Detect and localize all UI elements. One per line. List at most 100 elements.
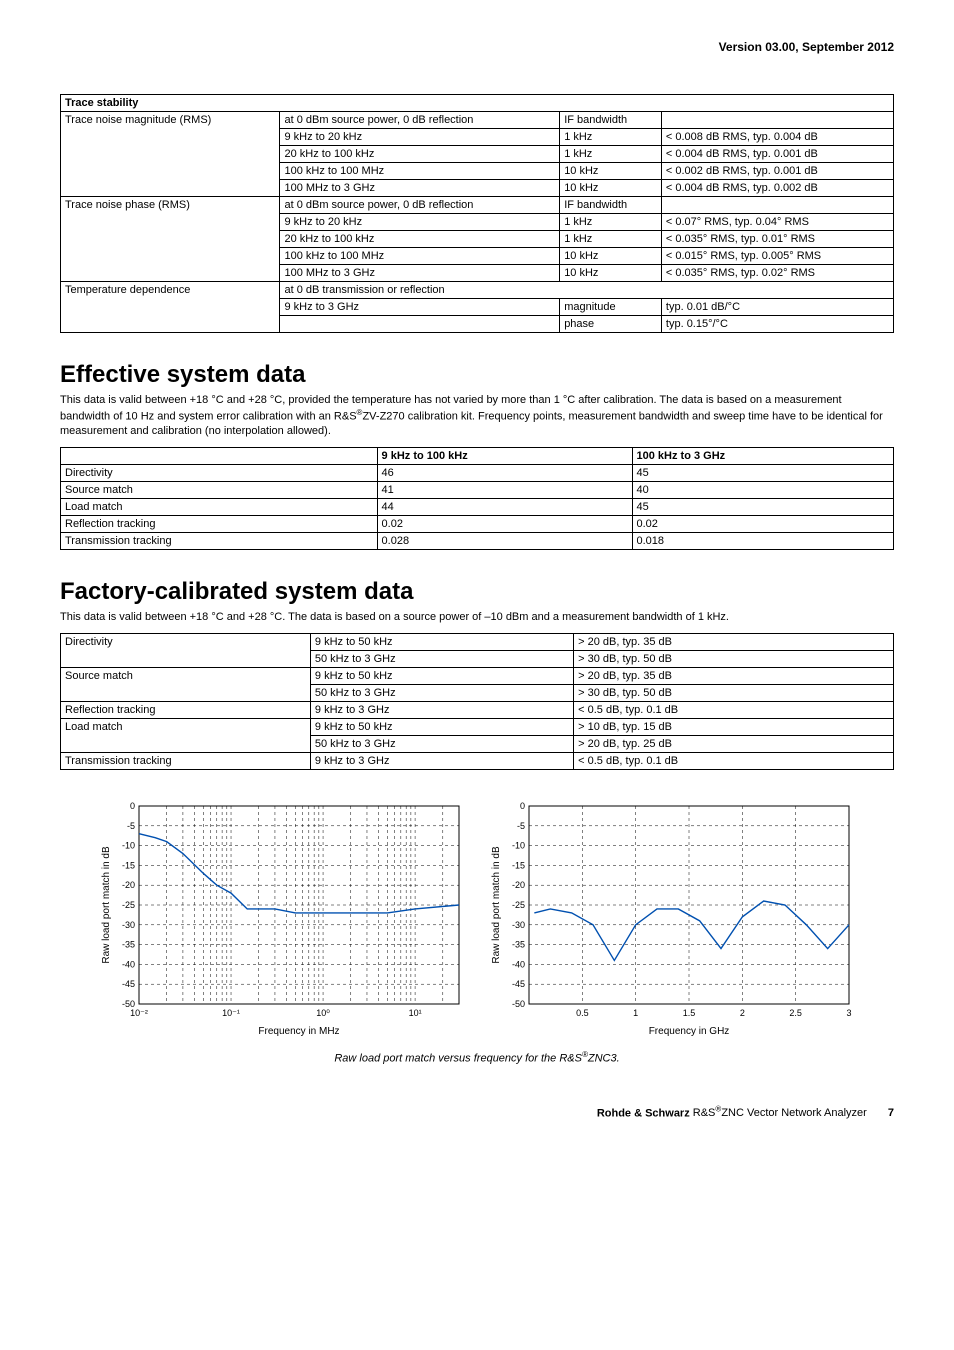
svg-text:-35: -35 (512, 940, 525, 950)
row-label: Source match (61, 668, 311, 702)
row-c4: typ. 0.15°/°C (661, 316, 893, 333)
row-c4 (661, 197, 893, 214)
svg-text:-15: -15 (122, 860, 135, 870)
page-number: 7 (888, 1107, 894, 1119)
cell: 40 (632, 482, 894, 499)
row-cond: at 0 dBm source power, 0 dB reflection (280, 112, 560, 129)
row-c4: < 0.002 dB RMS, typ. 0.001 dB (661, 163, 893, 180)
effective-table: 9 kHz to 100 kHz 100 kHz to 3 GHz Direct… (60, 447, 894, 550)
cell: Reflection tracking (61, 516, 378, 533)
charts-row: 0 -5 -10 -15 -20 -25 -30 -35 -40 -45 -50 10⁻² 10⁻¹ 10… (60, 798, 894, 1038)
svg-text:2.5: 2.5 (789, 1008, 802, 1018)
svg-text:-20: -20 (122, 880, 135, 890)
svg-text:-30: -30 (122, 920, 135, 930)
svg-text:0.5: 0.5 (576, 1008, 589, 1018)
row-label: Directivity (61, 634, 311, 668)
row-c4: < 0.004 dB RMS, typ. 0.001 dB (661, 146, 893, 163)
svg-text:-25: -25 (512, 900, 525, 910)
svg-text:2: 2 (740, 1008, 745, 1018)
effective-heading: Effective system data (60, 361, 894, 389)
svg-text:10⁻²: 10⁻² (130, 1008, 148, 1018)
row-cond: 100 MHz to 3 GHz (280, 180, 560, 197)
row-c3: 10 kHz (560, 248, 662, 265)
version-header: Version 03.00, September 2012 (60, 40, 894, 54)
col-header: 100 kHz to 3 GHz (632, 448, 894, 465)
row-cond: at 0 dBm source power, 0 dB reflection (280, 197, 560, 214)
row-label: Transmission tracking (61, 753, 311, 770)
col-header: 9 kHz to 100 kHz (377, 448, 632, 465)
row-c4: < 0.015° RMS, typ. 0.005° RMS (661, 248, 893, 265)
row-c3: 1 kHz (560, 214, 662, 231)
chart-svg: 0-5-10-15-20-25-30-35-40-45-500.511.522.… (487, 798, 857, 1038)
factory-heading: Factory-calibrated system data (60, 578, 894, 606)
row-c3: 1 kHz (560, 129, 662, 146)
cell: 0.02 (632, 516, 894, 533)
row-c3: magnitude (560, 299, 662, 316)
row-freq: 50 kHz to 3 GHz (310, 651, 573, 668)
svg-text:-30: -30 (512, 920, 525, 930)
cell: 0.028 (377, 533, 632, 550)
row-c4: < 0.004 dB RMS, typ. 0.002 dB (661, 180, 893, 197)
row-c3: IF bandwidth (560, 197, 662, 214)
cell: 44 (377, 499, 632, 516)
row-cond: 100 kHz to 100 MHz (280, 248, 560, 265)
svg-text:-10: -10 (122, 841, 135, 851)
svg-text:1.5: 1.5 (683, 1008, 696, 1018)
row-val: > 30 dB, typ. 50 dB (574, 685, 894, 702)
cell: Directivity (61, 465, 378, 482)
row-val: < 0.5 dB, typ. 0.1 dB (574, 702, 894, 719)
cell: Transmission tracking (61, 533, 378, 550)
row-c3: 10 kHz (560, 180, 662, 197)
svg-text:-15: -15 (512, 860, 525, 870)
cell: 0.02 (377, 516, 632, 533)
row-freq: 9 kHz to 3 GHz (310, 753, 573, 770)
row-c4: typ. 0.01 dB/°C (661, 299, 893, 316)
row-c3: 1 kHz (560, 231, 662, 248)
row-cond: 9 kHz to 20 kHz (280, 129, 560, 146)
row-cond: 20 kHz to 100 kHz (280, 231, 560, 248)
cell: 45 (632, 499, 894, 516)
effective-desc: This data is valid between +18 °C and +2… (60, 393, 894, 439)
row-val: < 0.5 dB, typ. 0.1 dB (574, 753, 894, 770)
cell: 45 (632, 465, 894, 482)
chart-right: 0-5-10-15-20-25-30-35-40-45-500.511.522.… (487, 798, 857, 1038)
svg-text:-40: -40 (122, 959, 135, 969)
svg-text:-45: -45 (122, 979, 135, 989)
row-cond (280, 316, 560, 333)
svg-text:-5: -5 (127, 821, 135, 831)
svg-text:-35: -35 (122, 940, 135, 950)
row-label: Load match (61, 719, 311, 753)
svg-text:-25: -25 (122, 900, 135, 910)
row-freq: 9 kHz to 3 GHz (310, 702, 573, 719)
svg-text:Frequency in MHz: Frequency in MHz (258, 1026, 339, 1037)
row-label: Reflection tracking (61, 702, 311, 719)
cell: Source match (61, 482, 378, 499)
row-c4: < 0.07° RMS, typ. 0.04° RMS (661, 214, 893, 231)
factory-desc: This data is valid between +18 °C and +2… (60, 610, 894, 625)
footer-product: R&S®ZNC Vector Network Analyzer (693, 1107, 867, 1119)
svg-text:0: 0 (130, 801, 135, 811)
chart-caption: Raw load port match versus frequency for… (60, 1050, 894, 1065)
row-c3: IF bandwidth (560, 112, 662, 129)
svg-text:10⁻¹: 10⁻¹ (222, 1008, 240, 1018)
row-c3: 10 kHz (560, 163, 662, 180)
table-title: Trace stability (61, 95, 894, 112)
row-label: Temperature dependence (61, 282, 280, 333)
row-freq: 9 kHz to 50 kHz (310, 719, 573, 736)
svg-text:-10: -10 (512, 841, 525, 851)
svg-text:-5: -5 (517, 821, 525, 831)
svg-text:3: 3 (846, 1008, 851, 1018)
row-cond: 100 MHz to 3 GHz (280, 265, 560, 282)
row-cond: 100 kHz to 100 MHz (280, 163, 560, 180)
chart-svg: 0-5-10-15-20-25-30-35-40-45-5010⁻²10⁻¹10… (97, 798, 467, 1038)
chart-left: 0-5-10-15-20-25-30-35-40-45-5010⁻²10⁻¹10… (97, 798, 467, 1038)
svg-text:-50: -50 (512, 999, 525, 1009)
row-c4 (661, 112, 893, 129)
svg-text:-20: -20 (512, 880, 525, 890)
row-cond: 9 kHz to 3 GHz (280, 299, 560, 316)
svg-text:10¹: 10¹ (409, 1008, 422, 1018)
row-c4: < 0.008 dB RMS, typ. 0.004 dB (661, 129, 893, 146)
row-val: > 20 dB, typ. 25 dB (574, 736, 894, 753)
svg-text:-40: -40 (512, 959, 525, 969)
row-val: > 30 dB, typ. 50 dB (574, 651, 894, 668)
